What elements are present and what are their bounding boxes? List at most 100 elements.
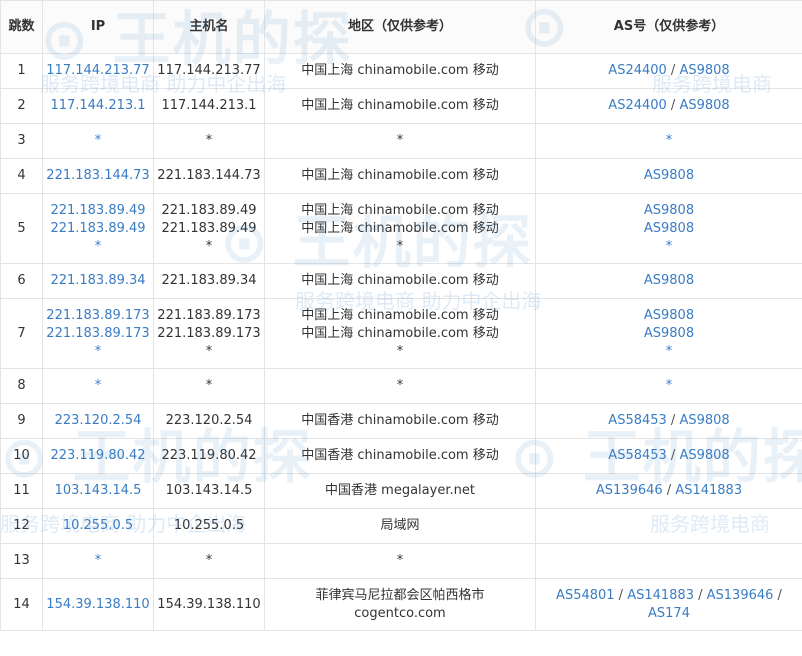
hostname-text: * bbox=[205, 343, 213, 359]
as-link[interactable]: AS9808 bbox=[644, 221, 694, 236]
hostname-cell: * bbox=[153, 368, 265, 404]
as-link[interactable]: AS9808 bbox=[679, 448, 729, 463]
as-link[interactable]: AS54801 bbox=[556, 588, 615, 603]
ip-link[interactable]: 221.183.89.49 bbox=[45, 202, 151, 220]
ip-cell: 103.143.14.5 bbox=[42, 473, 154, 509]
as-link[interactable]: AS9808 bbox=[644, 308, 694, 323]
region-text: 中国香港 chinamobile.com 移动 bbox=[301, 413, 499, 428]
region-text: cogentco.com bbox=[354, 605, 446, 621]
ip-link[interactable]: * bbox=[45, 132, 151, 150]
region-cell: 中国香港 chinamobile.com 移动 bbox=[264, 438, 536, 474]
region-cell: * bbox=[264, 543, 536, 579]
header-as: AS号（仅供参考） bbox=[535, 0, 802, 54]
region-text: 中国上海 chinamobile.com 移动 bbox=[301, 220, 499, 236]
hostname-text: 117.144.213.1 bbox=[161, 98, 257, 113]
table-header-row: 跳数 IP 主机名 地区（仅供参考） AS号（仅供参考） bbox=[0, 0, 802, 54]
as-line: AS24400 / AS9808 bbox=[538, 62, 800, 80]
ip-cell: * bbox=[42, 368, 154, 404]
ip-link[interactable]: * bbox=[45, 552, 151, 570]
as-link[interactable]: AS9808 bbox=[679, 98, 729, 113]
hop-cell: 10 bbox=[0, 438, 43, 474]
ip-link[interactable]: 117.144.213.77 bbox=[45, 62, 151, 80]
ip-link[interactable]: 221.183.144.73 bbox=[45, 167, 151, 185]
hostname-text: 221.183.89.173 bbox=[157, 307, 261, 323]
as-link[interactable]: AS141883 bbox=[627, 588, 694, 603]
as-link[interactable]: AS24400 bbox=[608, 98, 667, 113]
ip-link[interactable]: * bbox=[45, 238, 151, 256]
region-cell: 中国上海 chinamobile.com 移动 中国上海 chinamobile.… bbox=[264, 298, 536, 369]
hostname-cell: 10.255.0.5 bbox=[153, 508, 265, 544]
hostname-text: 10.255.0.5 bbox=[173, 518, 245, 533]
table-row: 7 221.183.89.173 221.183.89.173 * 221.183.89… bbox=[0, 298, 802, 369]
region-text: 中国上海 chinamobile.com 移动 bbox=[301, 168, 499, 183]
region-text: 中国上海 chinamobile.com 移动 bbox=[301, 98, 499, 113]
ip-link[interactable]: 221.183.89.173 bbox=[45, 307, 151, 325]
as-link[interactable]: AS9808 bbox=[644, 168, 694, 183]
as-link[interactable]: AS9808 bbox=[644, 203, 694, 218]
hostname-text: 223.119.80.42 bbox=[161, 448, 257, 463]
table-row: 12 10.255.0.5 10.255.0.5 局域网 bbox=[0, 508, 802, 544]
hop-cell: 7 bbox=[0, 298, 43, 369]
as-link[interactable]: AS58453 bbox=[608, 413, 667, 428]
region-cell: 中国上海 chinamobile.com 移动 bbox=[264, 158, 536, 194]
ip-link[interactable]: * bbox=[45, 343, 151, 361]
hop-cell: 4 bbox=[0, 158, 43, 194]
region-text: 中国香港 chinamobile.com 移动 bbox=[301, 448, 499, 463]
ip-cell: * bbox=[42, 123, 154, 159]
as-link[interactable]: AS9808 bbox=[644, 273, 694, 288]
ip-link[interactable]: 223.120.2.54 bbox=[45, 412, 151, 430]
header-region: 地区（仅供参考） bbox=[264, 0, 536, 54]
header-hop: 跳数 bbox=[0, 0, 43, 54]
ip-cell: 221.183.89.49 221.183.89.49 * bbox=[42, 193, 154, 264]
table-row: 3 * * * * bbox=[0, 123, 802, 159]
region-text: 局域网 bbox=[380, 518, 420, 533]
header-ip: IP bbox=[42, 0, 154, 54]
as-line: * bbox=[538, 238, 800, 256]
region-cell: 中国上海 chinamobile.com 移动 bbox=[264, 263, 536, 299]
hop-cell: 8 bbox=[0, 368, 43, 404]
ip-link[interactable]: * bbox=[45, 377, 151, 395]
as-link[interactable]: AS24400 bbox=[608, 63, 667, 78]
as-line: AS139646 / AS141883 bbox=[538, 482, 800, 500]
as-link[interactable]: AS139646 bbox=[596, 483, 663, 498]
region-text: 中国上海 chinamobile.com 移动 bbox=[301, 63, 499, 78]
region-cell: * bbox=[264, 368, 536, 404]
as-separator: / bbox=[614, 587, 628, 603]
table-row: 1 117.144.213.77 117.144.213.77 中国上海 chinam… bbox=[0, 53, 802, 89]
hop-cell: 6 bbox=[0, 263, 43, 299]
ip-link[interactable]: 117.144.213.1 bbox=[45, 97, 151, 115]
as-cell bbox=[535, 543, 802, 579]
as-line: AS9808 bbox=[538, 220, 800, 238]
as-link[interactable]: AS9808 bbox=[679, 63, 729, 78]
ip-link[interactable]: 103.143.14.5 bbox=[45, 482, 151, 500]
hop-cell: 2 bbox=[0, 88, 43, 124]
ip-link[interactable]: 221.183.89.173 bbox=[45, 325, 151, 343]
region-text: 中国上海 chinamobile.com 移动 bbox=[301, 307, 499, 323]
as-link[interactable]: AS174 bbox=[648, 606, 690, 621]
as-separator: / bbox=[693, 587, 707, 603]
as-link[interactable]: AS9808 bbox=[644, 326, 694, 341]
as-link[interactable]: AS9808 bbox=[679, 413, 729, 428]
hostname-text: 221.183.89.173 bbox=[157, 325, 261, 341]
ip-link[interactable]: 221.183.89.34 bbox=[45, 272, 151, 290]
as-line: AS9808 bbox=[538, 202, 800, 220]
hostname-text: 154.39.138.110 bbox=[157, 596, 261, 612]
ip-link[interactable]: 10.255.0.5 bbox=[45, 517, 151, 535]
ip-link[interactable]: 221.183.89.49 bbox=[45, 220, 151, 238]
ip-cell: 223.120.2.54 bbox=[42, 403, 154, 439]
as-link[interactable]: AS141883 bbox=[675, 483, 742, 498]
ip-link[interactable]: 154.39.138.110 bbox=[45, 596, 151, 614]
hop-cell: 9 bbox=[0, 403, 43, 439]
ip-link[interactable]: 223.119.80.42 bbox=[45, 447, 151, 465]
ip-cell: 10.255.0.5 bbox=[42, 508, 154, 544]
header-host: 主机名 bbox=[153, 0, 265, 54]
as-cell: AS54801 / AS141883 / AS139646 / AS174 bbox=[535, 578, 802, 631]
as-separator: / bbox=[666, 63, 680, 78]
table-body: 1 117.144.213.77 117.144.213.77 中国上海 chinam… bbox=[0, 53, 802, 631]
as-link: * bbox=[665, 343, 673, 359]
hostname-text: 221.183.144.73 bbox=[157, 168, 261, 183]
as-link[interactable]: AS58453 bbox=[608, 448, 667, 463]
table-row: 11 103.143.14.5 103.143.14.5 中国香港 megalayer… bbox=[0, 473, 802, 509]
as-link[interactable]: AS139646 bbox=[707, 588, 774, 603]
as-line: AS174 bbox=[538, 605, 800, 623]
